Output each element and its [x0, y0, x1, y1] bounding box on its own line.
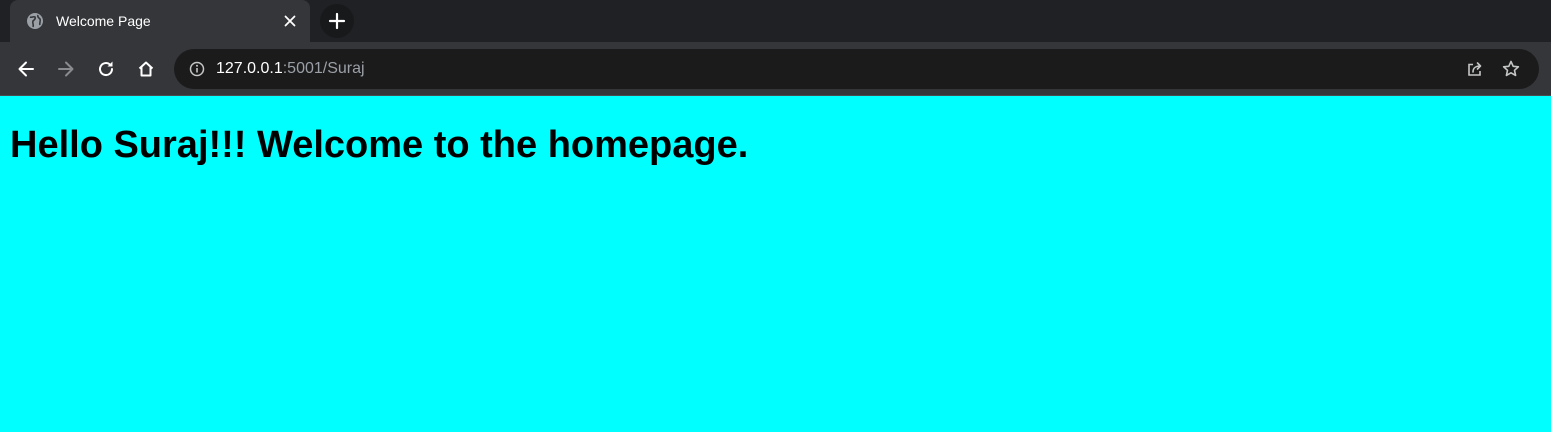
plus-icon	[328, 12, 346, 30]
browser-window: Welcome Page 127.0.0.1:5001/Suraj Hello …	[0, 0, 1551, 432]
tab-strip: Welcome Page	[0, 0, 1551, 42]
home-button[interactable]	[126, 51, 166, 87]
home-icon	[138, 61, 154, 76]
reload-button[interactable]	[86, 51, 126, 87]
url-text[interactable]: 127.0.0.1:5001/Suraj	[216, 60, 1457, 78]
forward-button[interactable]	[46, 51, 86, 87]
page-heading: Hello Suraj!!! Welcome to the homepage.	[10, 124, 749, 166]
close-icon[interactable]	[280, 11, 300, 31]
arrow-left-icon	[18, 61, 34, 76]
globe-icon	[26, 12, 44, 30]
reload-icon	[99, 61, 114, 76]
back-button[interactable]	[6, 51, 46, 87]
bookmark-button[interactable]	[1493, 53, 1529, 85]
browser-toolbar: 127.0.0.1:5001/Suraj	[0, 42, 1551, 96]
share-icon	[1468, 61, 1482, 76]
url-path: :5001/Suraj	[282, 59, 365, 77]
address-bar[interactable]: 127.0.0.1:5001/Suraj	[174, 48, 1539, 89]
url-host: 127.0.0.1	[216, 59, 283, 77]
arrow-right-icon	[58, 61, 74, 76]
share-button[interactable]	[1457, 53, 1493, 85]
tab-title: Welcome Page	[56, 13, 151, 29]
tab-welcome-page[interactable]: Welcome Page	[10, 0, 310, 42]
star-icon	[1502, 60, 1520, 76]
info-icon[interactable]	[188, 60, 206, 78]
page-content: Hello Suraj!!! Welcome to the homepage.	[0, 96, 1551, 432]
new-tab-button[interactable]	[320, 4, 354, 38]
